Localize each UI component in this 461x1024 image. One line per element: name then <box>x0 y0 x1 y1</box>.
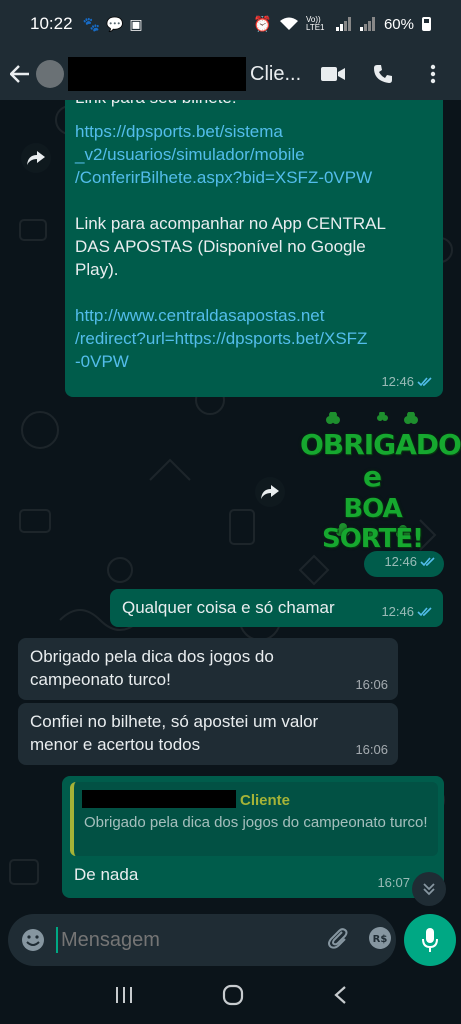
signal-icon-2 <box>359 17 375 31</box>
link-line: _v2/usuarios/simulador/mobile <box>75 145 305 164</box>
message-time: 12:46 <box>384 554 417 569</box>
message-meta: 16:07 <box>377 871 410 894</box>
sticker-time-pill: 12:46 <box>364 551 444 577</box>
notification-icon: ▣ <box>129 15 143 32</box>
message-time: 16:07 <box>377 875 410 890</box>
chat-area[interactable]: Link para seu bilhete: https://dpsports.… <box>0 100 461 906</box>
sticker-text-line3: BOA SORTE! <box>321 494 424 554</box>
message-time: 12:46 <box>381 374 414 389</box>
text-line: Obrigado pela dica dos jogos do <box>30 647 274 666</box>
reply-quote[interactable]: Cliente Obrigado pela dica dos jogos do … <box>70 782 438 856</box>
message-input[interactable] <box>56 927 326 953</box>
alarm-icon: ⏰ <box>253 16 272 33</box>
attach-icon[interactable] <box>326 926 350 955</box>
recents-icon[interactable] <box>114 986 134 1009</box>
back-arrow-icon[interactable] <box>8 62 32 86</box>
text-line: Link para acompanhar no App CENTRAL <box>75 214 386 233</box>
paw-icon: 🐾 <box>82 15 100 32</box>
voice-call-icon[interactable] <box>371 62 395 86</box>
message-text: Obrigado pela dica dos jogos do campeona… <box>30 645 274 691</box>
link-line: https://dpsports.bet/sistema <box>75 122 283 141</box>
notification-icons: 🐾 💬 ▣ <box>83 16 143 33</box>
contact-name[interactable]: Clie... <box>250 63 302 86</box>
message-meta: 16:06 <box>355 738 388 761</box>
link-line: /ConferirBilhete.aspx?bid=XSFZ-0VPW <box>75 168 373 187</box>
microphone-icon <box>422 928 438 952</box>
message-text: Confiei no bilhete, só apostei um valor … <box>30 710 318 756</box>
avatar[interactable] <box>36 60 64 88</box>
battery-percent: 60% <box>383 15 414 33</box>
message-time: 16:06 <box>355 742 388 757</box>
sticker[interactable]: OBRIGADO e BOA SORTE! <box>300 412 461 554</box>
link-line: http://www.centraldasapostas.net <box>75 306 325 325</box>
forward-button[interactable] <box>21 143 51 173</box>
forward-arrow-icon <box>27 151 45 165</box>
payment-icon[interactable]: R$ <box>368 926 392 955</box>
quote-text: Obrigado pela dica dos jogos do campeona… <box>84 814 428 831</box>
link-line: -0VPW <box>75 352 129 371</box>
message-bubble-incoming[interactable]: Confiei no bilhete, só apostei um valor … <box>18 703 398 765</box>
redacted-quote-author <box>82 790 236 808</box>
status-bar: 10:22 🐾 💬 ▣ ⏰ Vo)) LTE1 60% <box>0 0 461 48</box>
message-meta: 16:06 <box>355 673 388 696</box>
link-line: /redirect?url=https://dpsports.bet/XSFZ <box>75 329 368 348</box>
forward-button[interactable] <box>255 477 285 507</box>
read-ticks-icon <box>420 557 435 567</box>
message-bubble-outgoing[interactable]: Qualquer coisa e só chamar 12:46 <box>110 589 443 627</box>
back-nav-icon[interactable] <box>333 985 347 1010</box>
wifi-icon <box>279 17 298 30</box>
message-bubble-outgoing[interactable]: Link para seu bilhete: https://dpsports.… <box>65 100 443 397</box>
message-link[interactable]: http://www.centraldasapostas.net /redire… <box>75 304 367 373</box>
home-icon[interactable] <box>222 984 244 1011</box>
mic-button[interactable] <box>404 914 456 966</box>
status-time: 10:22 <box>30 14 73 33</box>
message-bubble-incoming[interactable]: Obrigado pela dica dos jogos do campeona… <box>18 638 398 700</box>
message-link[interactable]: https://dpsports.bet/sistema _v2/usuario… <box>75 120 372 189</box>
read-ticks-icon <box>417 607 432 617</box>
message-text: Link para acompanhar no App CENTRAL DAS … <box>75 212 386 281</box>
quote-author: Cliente <box>240 792 291 809</box>
system-nav-bar <box>0 970 461 1024</box>
text-line: campeonato turco! <box>30 670 171 689</box>
message-time: 16:06 <box>355 677 388 692</box>
redacted-contact-name <box>68 57 246 91</box>
double-chevron-down-icon <box>423 883 435 896</box>
battery-icon <box>422 17 431 31</box>
message-text: De nada <box>74 865 139 884</box>
text-line: Confiei no bilhete, só apostei um valor <box>30 712 319 731</box>
message-text: Link para seu bilhete: <box>75 100 237 109</box>
text-line: DAS APOSTAS (Disponível no Google <box>75 237 366 256</box>
status-right: ⏰ Vo)) LTE1 60% <box>253 15 431 33</box>
read-ticks-icon <box>417 377 432 387</box>
forward-arrow-icon <box>261 485 279 499</box>
message-bubble-outgoing-reply[interactable]: Cliente Obrigado pela dica dos jogos do … <box>62 776 444 898</box>
video-call-icon[interactable] <box>321 62 345 86</box>
scroll-to-bottom-button[interactable] <box>412 872 446 906</box>
chat-bubble-icon: 💬 <box>105 15 124 32</box>
text-line: menor e acertou todos <box>30 735 201 754</box>
message-text: Qualquer coisa e só chamar <box>122 598 335 617</box>
signal-icon <box>335 17 351 31</box>
chat-header: Clie... <box>0 48 461 100</box>
svg-text:R$: R$ <box>373 934 388 945</box>
sticker-text-line1: OBRIGADO <box>300 428 461 461</box>
emoji-icon[interactable] <box>20 927 46 953</box>
message-time: 12:46 <box>381 604 414 619</box>
message-meta: 12:46 <box>381 370 433 393</box>
network-label: Vo)) LTE1 <box>305 15 325 32</box>
message-meta: 12:46 <box>381 600 433 623</box>
more-options-icon[interactable] <box>421 62 445 86</box>
sticker-text-line2: e <box>363 460 382 493</box>
message-input-bar: R$ <box>8 914 432 966</box>
text-line: Play). <box>75 260 119 279</box>
